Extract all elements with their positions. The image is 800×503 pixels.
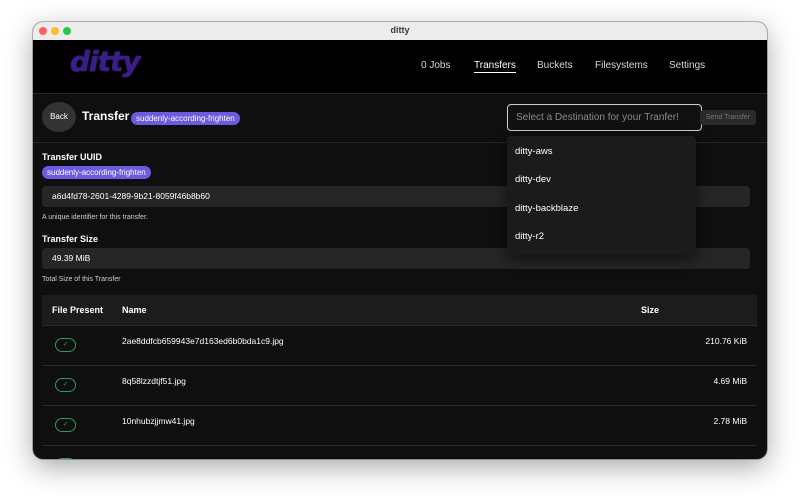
col-name: Name <box>122 305 147 315</box>
table-header: File Present Name Size <box>42 295 757 326</box>
nav-filesystems[interactable]: Filesystems <box>595 60 648 71</box>
dropdown-option-ditty-dev[interactable]: ditty-dev <box>515 174 551 185</box>
col-file-present: File Present <box>52 305 104 315</box>
dropdown-option-ditty-r2[interactable]: ditty-r2 <box>515 231 544 242</box>
destination-select[interactable]: Select a Destination for your Tranfer! <box>507 104 702 131</box>
destination-dropdown: ditty-aws ditty-dev ditty-backblaze ditt… <box>507 136 696 255</box>
dropdown-option-ditty-backblaze[interactable]: ditty-backblaze <box>515 203 578 214</box>
check-icon: ✓ <box>55 338 76 352</box>
nav-settings[interactable]: Settings <box>669 60 705 71</box>
file-name: 2ae8ddfcb659943e7d163ed6b0bda1c9.jpg <box>122 336 284 346</box>
table-row[interactable]: ✓ <box>42 446 757 459</box>
nav-transfers[interactable]: Transfers <box>474 60 516 73</box>
check-icon: ✓ <box>55 378 76 392</box>
file-name: 10nhubzjjmw41.jpg <box>122 416 195 426</box>
file-size: 2.78 MiB <box>713 416 747 426</box>
nav-jobs[interactable]: 0 Jobs <box>421 60 450 71</box>
col-size: Size <box>641 305 660 315</box>
check-icon: ✓ <box>55 418 76 432</box>
window-title: ditty <box>390 25 410 35</box>
uuid-label: Transfer UUID <box>42 152 103 162</box>
file-size: 210.76 KiB <box>705 336 747 346</box>
files-table: File Present Name Size ✓ 2ae8ddfcb659943… <box>42 295 757 459</box>
table-row[interactable]: ✓ 2ae8ddfcb659943e7d163ed6b0bda1c9.jpg 2… <box>42 326 757 366</box>
size-help-text: Total Size of this Transfer <box>42 276 121 283</box>
file-size: 4.69 MiB <box>713 376 747 386</box>
nav-buckets[interactable]: Buckets <box>537 60 573 71</box>
check-icon: ✓ <box>55 458 76 459</box>
transfer-name-badge: suddenly-according-frighten <box>131 112 240 125</box>
file-name: 8q58lzzdtjf51.jpg <box>122 376 186 386</box>
ditty-logo[interactable]: ditty <box>70 45 141 78</box>
table-row[interactable]: ✓ 10nhubzjjmw41.jpg 2.78 MiB <box>42 406 757 446</box>
title-bar: ditty <box>33 22 767 41</box>
send-transfer-button[interactable]: Send Transfer <box>700 110 756 125</box>
back-button[interactable]: Back <box>42 102 76 132</box>
top-navbar: ditty 0 Jobs Transfers Buckets Filesyste… <box>33 40 767 94</box>
app-window: ditty ditty 0 Jobs Transfers Buckets Fil… <box>33 22 767 459</box>
page-title: Transfer <box>82 109 130 123</box>
size-label: Transfer Size <box>42 234 99 244</box>
uuid-badge: suddenly-according-frighten <box>42 166 151 179</box>
dropdown-option-ditty-aws[interactable]: ditty-aws <box>515 146 552 157</box>
uuid-help-text: A unique identifier for this transfer. <box>42 214 148 221</box>
table-row[interactable]: ✓ 8q58lzzdtjf51.jpg 4.69 MiB <box>42 366 757 406</box>
